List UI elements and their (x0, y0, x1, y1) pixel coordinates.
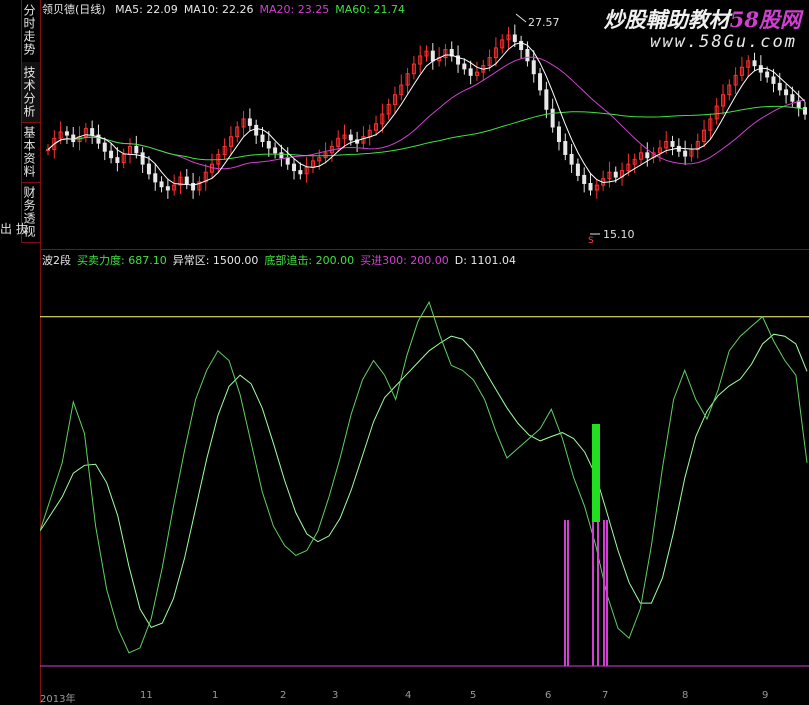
candle-body (790, 94, 795, 102)
x-tick-label: 9 (762, 690, 769, 701)
candle-body (90, 128, 95, 136)
candle-body (752, 60, 757, 67)
candle-body (765, 71, 770, 78)
tab-technical-analysis[interactable]: 技术分析 (21, 62, 40, 123)
x-axis: 2013年 11 1 2 3 4 5 6 7 8 9 (40, 690, 809, 705)
candle-body (260, 134, 265, 143)
candle-body (292, 163, 297, 172)
left-panel: 分时走势 技术分析 基本资料 财务透视 出 抜 (0, 0, 41, 703)
fast-oscillator-line (40, 300, 808, 654)
candle-body (550, 108, 555, 128)
candle-body (273, 147, 278, 154)
candle-body (140, 152, 145, 165)
candle-body (266, 141, 271, 149)
low-marker: S (588, 236, 594, 246)
candle-body (544, 89, 549, 110)
tab-label: 技术分析 (22, 66, 36, 118)
candle-body (146, 163, 151, 175)
low-annotation: 15.10 (603, 228, 635, 241)
candle-body (102, 142, 107, 152)
candle-body (159, 181, 164, 188)
candle-body (64, 131, 69, 136)
candle-body (575, 163, 580, 176)
tab-time-sharing[interactable]: 分时走势 (21, 0, 40, 63)
candle-body (588, 183, 593, 191)
candle-body (254, 124, 259, 136)
price-chart-panel[interactable]: 领贝德(日线) MA5: 22.09 MA10: 22.26 MA20: 23.25… (40, 0, 809, 248)
candle-body (462, 63, 467, 70)
candle-body (134, 145, 139, 154)
price-plot (46, 13, 807, 235)
tab-label: 基本资料 (22, 126, 36, 178)
candle-body (771, 76, 776, 84)
tab-label: 分时走势 (22, 4, 36, 56)
candle-body (109, 150, 114, 159)
candle-body (165, 186, 170, 191)
candle-body (531, 60, 536, 75)
x-tick-label: 11 (140, 690, 153, 701)
candle-body (670, 141, 675, 147)
indicator-chart-panel[interactable]: 波2段 买卖力度: 687.10 异常区: 1500.00 底部追击: 200.00 买… (40, 250, 809, 705)
candle-body (115, 157, 120, 164)
candle-body (683, 150, 688, 157)
candle-body (71, 134, 76, 143)
candle-body (613, 171, 618, 178)
x-tick-label: 4 (405, 690, 412, 701)
candle-body (676, 145, 681, 152)
candle-body (430, 50, 435, 62)
side-label: 出 抜 (0, 222, 28, 236)
candle-body (184, 176, 189, 185)
candle-body (153, 173, 158, 183)
high-annotation-leader (515, 13, 527, 23)
candle-body (569, 153, 574, 165)
slow-oscillator-line (40, 333, 808, 629)
candle-body (538, 73, 543, 91)
candle-body (468, 68, 473, 76)
x-tick-label: 3 (332, 690, 339, 701)
x-tick-label: 1 (212, 690, 219, 701)
candle-body (777, 82, 782, 91)
candle-body (285, 157, 290, 165)
candle-body (582, 174, 587, 185)
x-tick-label: 8 (682, 690, 689, 701)
candle-body (803, 107, 807, 115)
candle-body (784, 89, 789, 96)
candle-body (645, 152, 650, 159)
candle-body (512, 34, 517, 42)
tab-basic-info[interactable]: 基本资料 (21, 122, 40, 183)
green-signal-bar (592, 424, 600, 522)
candle-body (247, 118, 252, 126)
x-tick-label: 5 (470, 690, 477, 701)
candle-body (348, 134, 353, 141)
x-tick-label: 2 (280, 690, 287, 701)
candle-body (563, 141, 568, 155)
x-tick-label: 7 (602, 690, 609, 701)
candle-body (556, 126, 561, 143)
candle-body (279, 152, 284, 159)
x-tick-label: 6 (545, 690, 552, 701)
high-annotation: 27.57 (528, 16, 560, 29)
candle-body (298, 170, 303, 175)
oscillator-plot (40, 300, 809, 667)
candle-body (525, 49, 530, 62)
candle-body (46, 149, 50, 152)
